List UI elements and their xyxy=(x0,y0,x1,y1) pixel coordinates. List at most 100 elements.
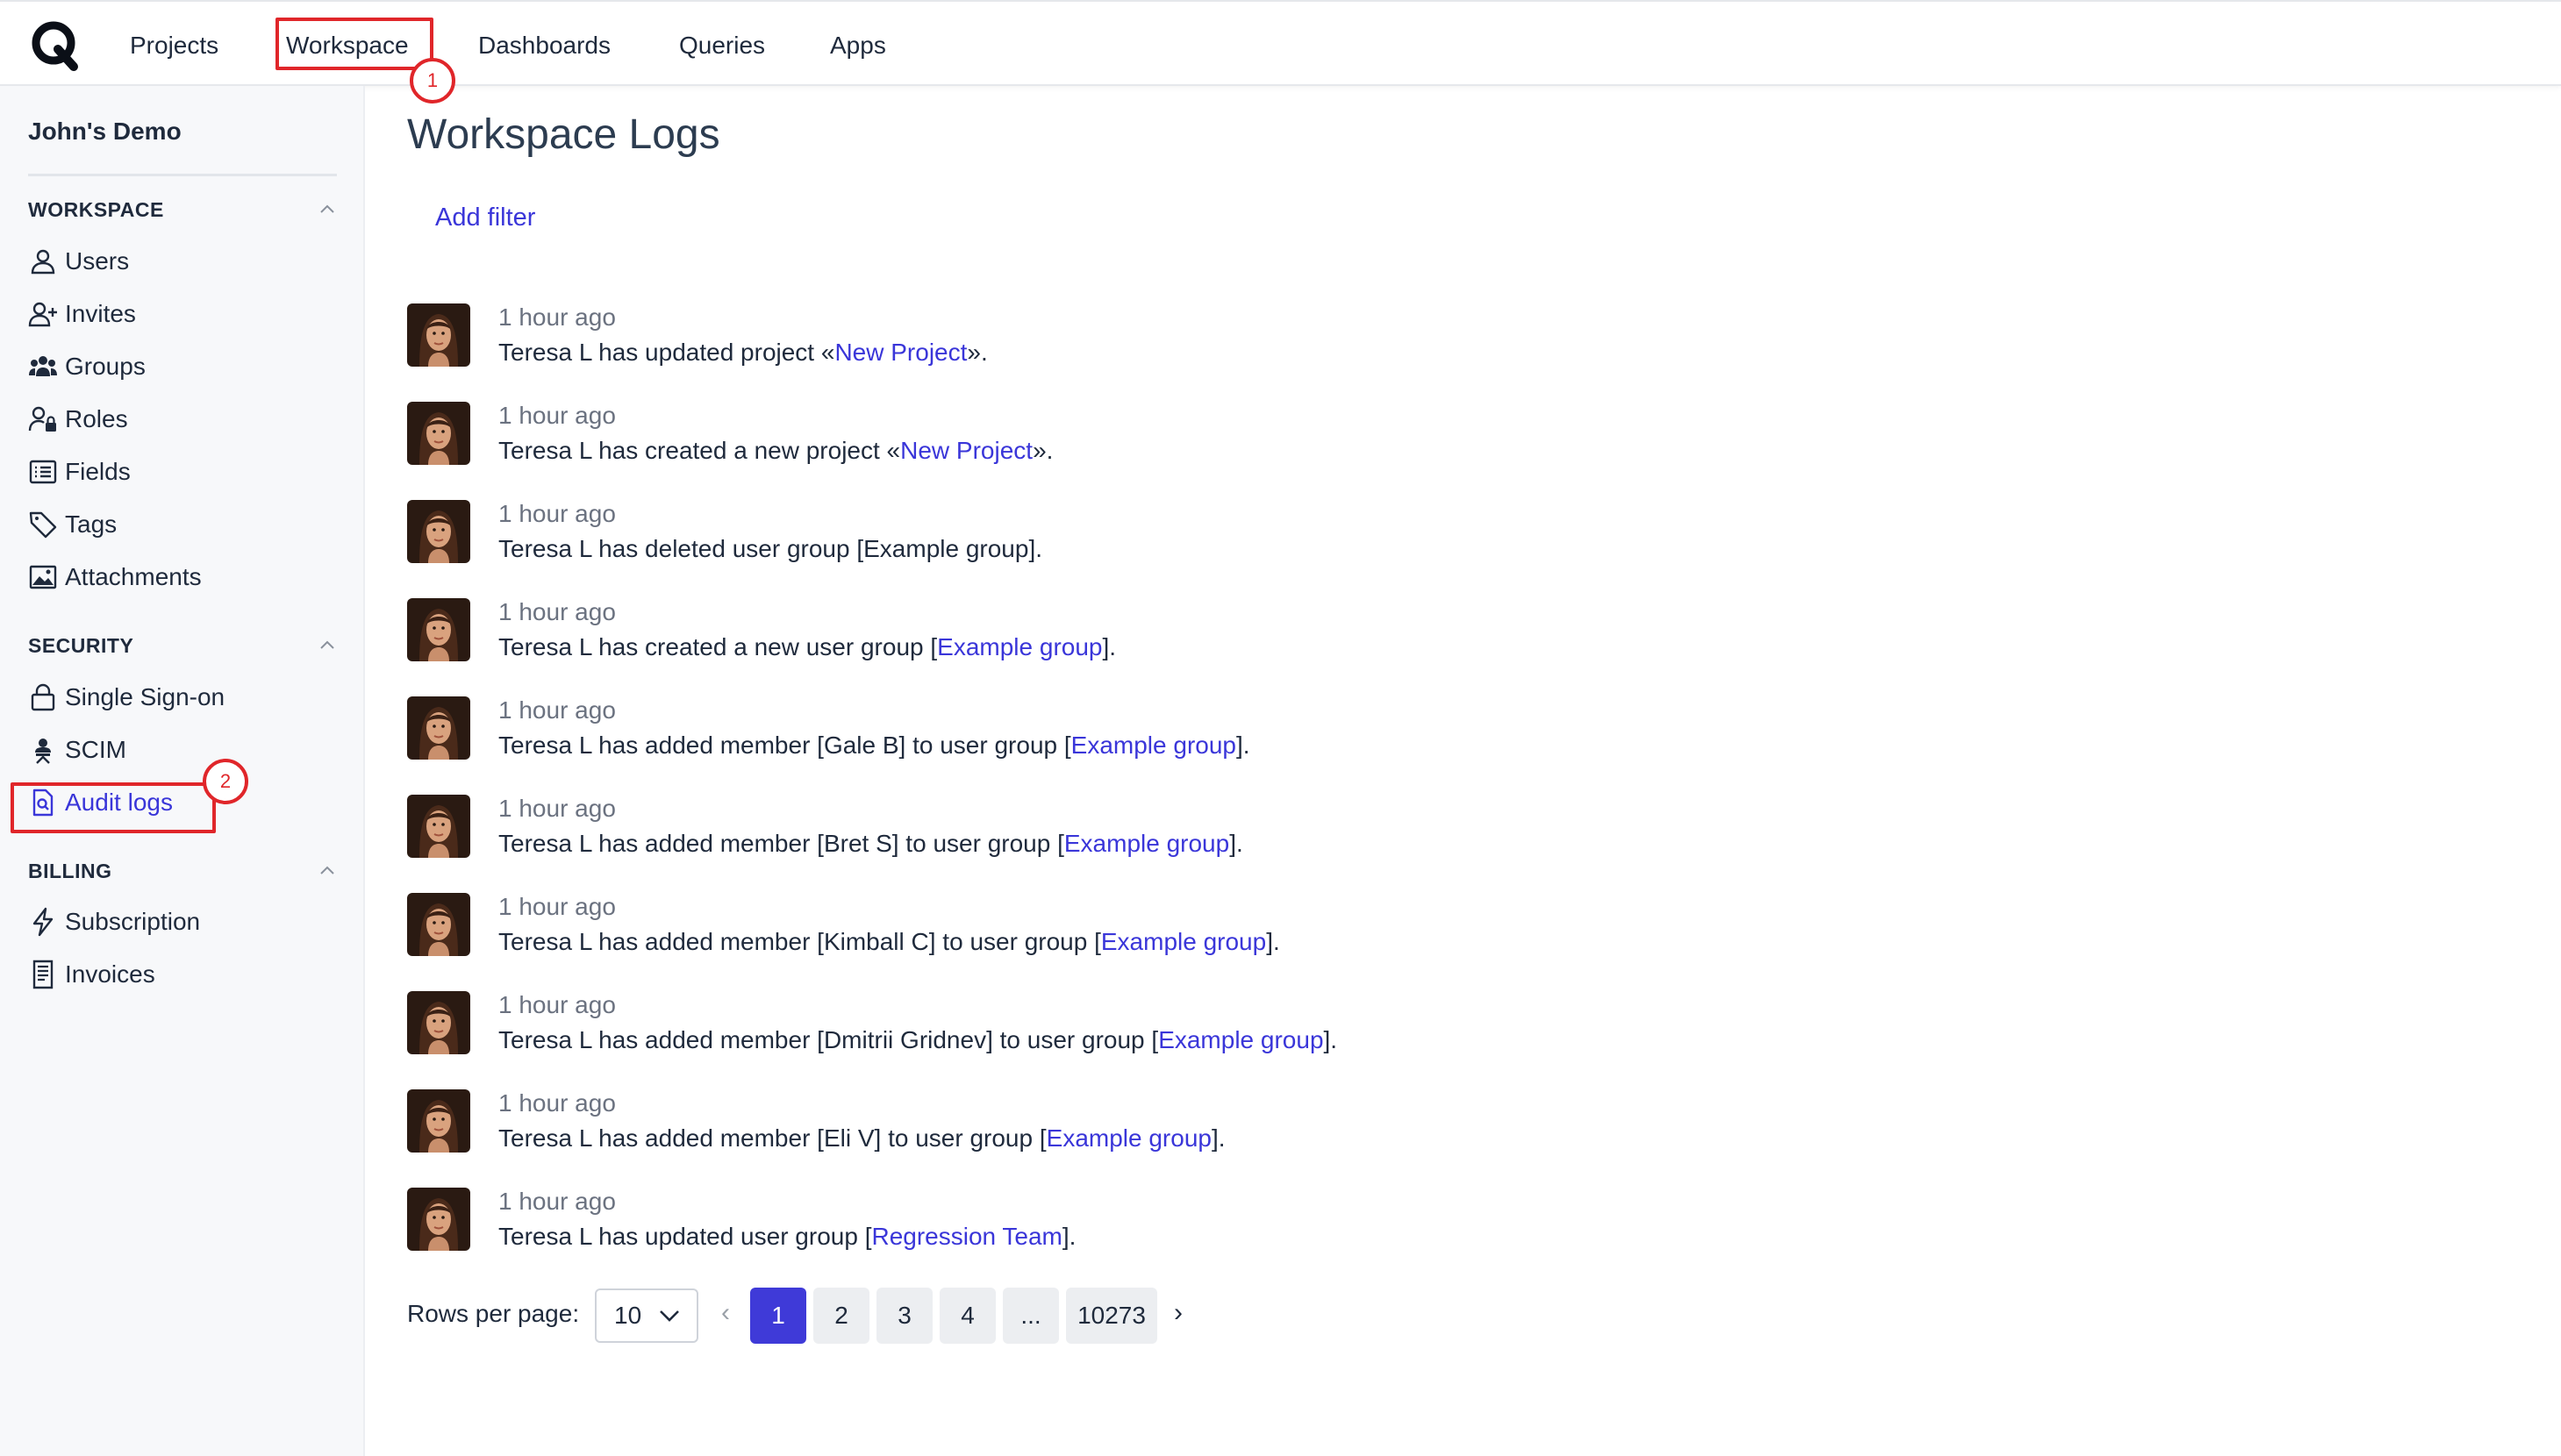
user-avatar[interactable] xyxy=(407,1188,470,1251)
sidebar-item-subscription[interactable]: Subscription xyxy=(28,903,200,941)
log-message-text: Teresa L has added member [Dmitrii Gridn… xyxy=(498,1026,1159,1053)
image-icon xyxy=(29,565,57,589)
log-timestamp: 1 hour ago xyxy=(498,795,616,822)
log-message: Teresa L has added member [Gale B] to us… xyxy=(498,732,1250,760)
chevron-up-icon[interactable] xyxy=(316,860,339,882)
log-entry: 1 hour ago Teresa L has created a new use… xyxy=(407,598,1986,686)
log-message: Teresa L has added member [Kimball C] to… xyxy=(498,928,1280,956)
chevron-up-icon[interactable] xyxy=(316,198,339,221)
log-entry: 1 hour ago Teresa L has updated user grou… xyxy=(407,1188,1986,1275)
user-avatar[interactable] xyxy=(407,598,470,661)
rows-per-page-select[interactable]: 10 xyxy=(595,1288,698,1343)
log-link[interactable]: Regression Team xyxy=(871,1223,1062,1250)
log-message-text: Teresa L has added member [Bret S] to us… xyxy=(498,830,1064,857)
log-timestamp: 1 hour ago xyxy=(498,1188,616,1215)
sidebar-item-attachments[interactable]: Attachments xyxy=(28,558,202,596)
log-timestamp: 1 hour ago xyxy=(498,500,616,527)
user-avatar[interactable] xyxy=(407,500,470,563)
log-link[interactable]: Example group xyxy=(937,633,1102,660)
nav-projects[interactable]: Projects xyxy=(130,26,218,65)
log-message: Teresa L has created a new user group [E… xyxy=(498,633,1116,661)
log-message-suffix: ]. xyxy=(1236,732,1250,759)
sidebar-item-fields[interactable]: Fields xyxy=(28,453,131,491)
page-button-3[interactable]: 3 xyxy=(876,1288,933,1344)
log-link[interactable]: New Project xyxy=(834,339,967,366)
list-icon xyxy=(29,460,57,484)
log-timestamp: 1 hour ago xyxy=(498,598,616,625)
log-message-text: Teresa L has added member [Eli V] to use… xyxy=(498,1124,1047,1152)
rows-per-page-value: 10 xyxy=(614,1302,642,1329)
log-message-suffix: ]. xyxy=(1102,633,1117,660)
org-divider xyxy=(28,174,337,176)
user-lock-icon xyxy=(28,406,56,432)
log-message-text: Teresa L has created a new project « xyxy=(498,437,901,464)
log-link[interactable]: New Project xyxy=(900,437,1033,464)
user-avatar[interactable] xyxy=(407,795,470,858)
log-message: Teresa L has updated project «New Projec… xyxy=(498,339,988,367)
page-button-2[interactable]: 2 xyxy=(813,1288,869,1344)
user-plus-icon xyxy=(28,302,57,327)
log-entry: 1 hour ago Teresa L has added member [Kim… xyxy=(407,893,1986,981)
lightning-icon xyxy=(32,907,54,937)
log-timestamp: 1 hour ago xyxy=(498,696,616,724)
app-logo-icon[interactable] xyxy=(28,18,82,72)
sidebar-item-users[interactable]: Users xyxy=(28,242,129,281)
sidebar-item-single-sign-on[interactable]: Single Sign-on xyxy=(28,678,225,717)
user-avatar[interactable] xyxy=(407,696,470,760)
scim-icon xyxy=(35,739,51,764)
tag-icon xyxy=(29,511,57,539)
sidebar-item-label: Audit logs xyxy=(65,789,173,816)
sidebar-item-label: Fields xyxy=(65,458,131,485)
log-entry: 1 hour ago Teresa L has created a new pro… xyxy=(407,402,1986,489)
log-link[interactable]: Example group xyxy=(1064,830,1229,857)
section-title-workspace: WORKSPACE xyxy=(28,198,164,221)
log-message-suffix: ]. xyxy=(1323,1026,1338,1053)
log-entry: 1 hour ago Teresa L has updated project «… xyxy=(407,303,1986,391)
sidebar-item-label: Groups xyxy=(65,353,146,380)
sidebar-item-audit-logs[interactable]: Audit logs xyxy=(28,783,173,822)
user-avatar[interactable] xyxy=(407,1089,470,1153)
page-button-1[interactable]: 1 xyxy=(750,1288,806,1344)
sidebar-item-roles[interactable]: Roles xyxy=(28,400,128,439)
log-message-suffix: ]. xyxy=(1266,928,1280,955)
sidebar-item-invites[interactable]: Invites xyxy=(28,295,136,333)
log-link[interactable]: Example group xyxy=(1071,732,1236,759)
prev-page-button[interactable]: ‹ xyxy=(721,1298,730,1328)
sidebar-item-label: Single Sign-on xyxy=(65,683,225,710)
log-link[interactable]: Example group xyxy=(1101,928,1266,955)
receipt-icon xyxy=(32,960,54,989)
log-message: Teresa L has added member [Dmitrii Gridn… xyxy=(498,1026,1337,1054)
sidebar-item-label: Roles xyxy=(65,405,128,432)
sidebar-item-label: Subscription xyxy=(65,908,201,935)
org-name: John's Demo xyxy=(28,118,182,145)
sidebar-item-groups[interactable]: Groups xyxy=(28,347,146,386)
sidebar-item-tags[interactable]: Tags xyxy=(28,505,117,544)
user-avatar[interactable] xyxy=(407,991,470,1054)
page-button-4[interactable]: 4 xyxy=(940,1288,996,1344)
log-message: Teresa L has created a new project «New … xyxy=(498,437,1053,465)
sidebar-item-scim[interactable]: SCIM xyxy=(28,731,126,769)
nav-workspace[interactable]: Workspace xyxy=(286,26,409,65)
log-entry: 1 hour ago Teresa L has added member [Bre… xyxy=(407,795,1986,882)
log-timestamp: 1 hour ago xyxy=(498,991,616,1018)
page-button-last[interactable]: 10273 xyxy=(1066,1288,1157,1344)
nav-queries[interactable]: Queries xyxy=(679,26,765,65)
chevron-up-icon[interactable] xyxy=(316,634,339,657)
chevron-down-icon xyxy=(660,1310,679,1322)
log-link[interactable]: Example group xyxy=(1158,1026,1323,1053)
user-avatar[interactable] xyxy=(407,303,470,367)
sidebar-item-label: Invites xyxy=(65,300,136,327)
log-message: Teresa L has added member [Bret S] to us… xyxy=(498,830,1243,858)
log-link[interactable]: Example group xyxy=(1047,1124,1212,1152)
add-filter-button[interactable]: Add filter xyxy=(435,203,535,232)
nav-apps[interactable]: Apps xyxy=(830,26,886,65)
sidebar-item-invoices[interactable]: Invoices xyxy=(28,955,155,994)
nav-dashboards[interactable]: Dashboards xyxy=(478,26,611,65)
next-page-button[interactable]: › xyxy=(1174,1298,1183,1328)
user-icon xyxy=(31,249,55,275)
log-message-text: Teresa L has updated project « xyxy=(498,339,835,366)
user-avatar[interactable] xyxy=(407,402,470,465)
log-message-suffix: ]. xyxy=(1062,1223,1077,1250)
sidebar-item-label: Attachments xyxy=(65,563,202,590)
user-avatar[interactable] xyxy=(407,893,470,956)
